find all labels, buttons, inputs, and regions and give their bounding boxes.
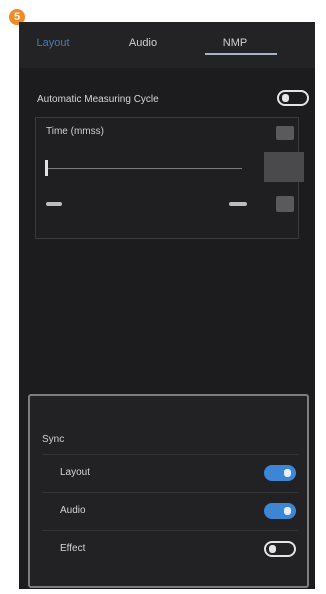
- reset-icon[interactable]: [276, 126, 294, 140]
- auto-measuring-label: Automatic Measuring Cycle: [37, 94, 159, 105]
- toggle-knob: [282, 94, 289, 102]
- time-value-field[interactable]: [264, 152, 304, 182]
- time-slider-track[interactable]: [46, 168, 242, 169]
- toggle-knob: [284, 507, 291, 515]
- max-value-indicator: [229, 202, 247, 206]
- min-value-indicator: [46, 202, 62, 206]
- sync-layout-label: Layout: [60, 467, 91, 478]
- auto-measuring-toggle[interactable]: [277, 90, 309, 106]
- nmp-settings-panel: Layout Audio NMP Automatic Measuring Cyc…: [19, 22, 315, 589]
- time-slider-thumb[interactable]: [45, 160, 48, 176]
- tab-bar: Layout Audio NMP: [19, 22, 315, 68]
- toggle-knob: [269, 545, 276, 553]
- time-settings-box: Time (mmss): [35, 117, 304, 239]
- sync-row-audio: Audio: [42, 492, 298, 531]
- tab-audio[interactable]: Audio: [123, 34, 163, 56]
- sync-section: Sync Layout Audio Effect: [28, 394, 309, 588]
- sync-audio-toggle[interactable]: [264, 503, 296, 519]
- sync-title: Sync: [42, 434, 65, 445]
- confirm-icon[interactable]: [276, 196, 294, 212]
- active-tab-indicator: [205, 53, 277, 55]
- time-label: Time (mmss): [46, 126, 104, 137]
- sync-row-effect: Effect: [42, 530, 298, 569]
- sync-audio-label: Audio: [60, 505, 86, 516]
- sync-row-layout: Layout: [42, 454, 298, 493]
- toggle-knob: [284, 469, 291, 477]
- sync-effect-toggle[interactable]: [264, 541, 296, 557]
- sync-layout-toggle[interactable]: [264, 465, 296, 481]
- sync-effect-label: Effect: [60, 543, 86, 554]
- tab-layout[interactable]: Layout: [33, 34, 73, 56]
